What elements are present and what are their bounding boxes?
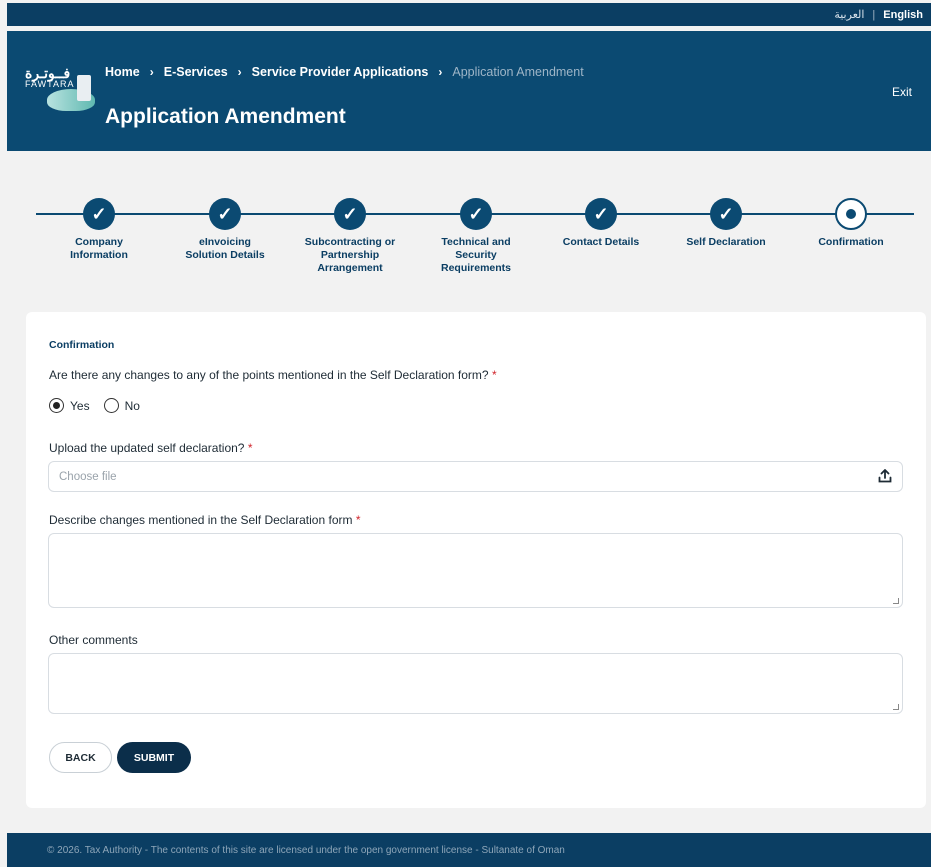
back-button[interactable]: BACK — [49, 742, 112, 773]
other-comments-label: Other comments — [49, 633, 138, 647]
page-header: فــوتـرة FAWTARA Home › E-Services › Ser… — [7, 31, 931, 151]
section-title: Confirmation — [49, 339, 115, 351]
step-label: Confirmation — [818, 236, 884, 248]
radio-yes[interactable] — [49, 398, 64, 413]
describe-changes-textarea[interactable] — [48, 533, 903, 608]
file-placeholder: Choose file — [59, 471, 117, 483]
step-confirmation[interactable]: Confirmation — [796, 196, 906, 249]
step-label: Company Information — [70, 236, 128, 261]
step-label: Self Declaration — [686, 236, 766, 248]
logo-latin-text: FAWTARA — [25, 79, 75, 89]
step-label: Contact Details — [562, 236, 640, 248]
page-footer: © 2026. Tax Authority - The contents of … — [7, 833, 931, 867]
page-title: Application Amendment — [105, 105, 346, 128]
breadcrumb-eservices[interactable]: E-Services — [164, 65, 228, 79]
check-icon: ✓ — [83, 198, 115, 230]
chevron-right-icon: › — [149, 65, 154, 79]
step-label: Subcontracting or Partnership Arrangemen… — [304, 236, 396, 274]
chevron-right-icon: › — [438, 65, 443, 79]
required-mark: * — [247, 441, 253, 455]
breadcrumb-current: Application Amendment — [452, 65, 584, 79]
step-self-declaration[interactable]: ✓ Self Declaration — [671, 196, 781, 249]
resize-handle-icon[interactable] — [893, 598, 899, 604]
upload-icon[interactable] — [878, 469, 892, 483]
radio-no-label[interactable]: No — [125, 399, 140, 413]
check-icon: ✓ — [585, 198, 617, 230]
radio-yes-label[interactable]: Yes — [70, 399, 90, 413]
breadcrumb-service-provider-applications[interactable]: Service Provider Applications — [252, 65, 429, 79]
progress-stepper: ✓ Company Information ✓ eInvoicing Solut… — [36, 196, 914, 286]
step-subcontracting-or-partnership[interactable]: ✓ Subcontracting or Partnership Arrangem… — [295, 196, 405, 275]
step-label: eInvoicing Solution Details — [185, 236, 265, 261]
describe-changes-label: Describe changes mentioned in the Self D… — [49, 513, 361, 527]
step-technical-and-security[interactable]: ✓ Technical and Security Requirements — [421, 196, 531, 275]
check-icon: ✓ — [334, 198, 366, 230]
confirmation-form-card: Confirmation Are there any changes to an… — [26, 312, 926, 808]
other-comments-textarea[interactable] — [48, 653, 903, 714]
resize-handle-icon[interactable] — [893, 704, 899, 710]
upload-question: Upload the updated self declaration? * — [49, 441, 253, 455]
radio-no[interactable] — [103, 398, 119, 413]
current-step-icon — [835, 198, 867, 230]
check-icon: ✓ — [710, 198, 742, 230]
logo-document-icon — [77, 75, 91, 101]
breadcrumb-home[interactable]: Home — [105, 65, 140, 79]
submit-button[interactable]: SUBMIT — [117, 742, 191, 773]
footer-copyright: © 2026. Tax Authority - The contents of … — [47, 845, 565, 856]
fawtara-logo[interactable]: فــوتـرة FAWTARA — [25, 65, 97, 115]
breadcrumb: Home › E-Services › Service Provider App… — [105, 65, 584, 79]
top-bar: العربية | English — [7, 3, 931, 26]
exit-link[interactable]: Exit — [892, 85, 912, 99]
step-label: Technical and Security Requirements — [440, 236, 512, 274]
changes-radio-group: Yes No — [49, 398, 148, 413]
lang-separator: | — [872, 8, 876, 21]
step-contact-details[interactable]: ✓ Contact Details — [546, 196, 656, 249]
step-company-information[interactable]: ✓ Company Information — [44, 196, 154, 262]
required-mark: * — [355, 513, 361, 527]
lang-english-link[interactable]: English — [883, 9, 923, 21]
language-switcher: العربية | English — [834, 8, 923, 22]
check-icon: ✓ — [209, 198, 241, 230]
lang-arabic-link[interactable]: العربية — [834, 8, 864, 21]
file-upload-input[interactable]: Choose file — [48, 461, 903, 492]
chevron-right-icon: › — [237, 65, 242, 79]
step-einvoicing-solution-details[interactable]: ✓ eInvoicing Solution Details — [170, 196, 280, 262]
changes-question: Are there any changes to any of the poin… — [49, 368, 497, 382]
check-icon: ✓ — [460, 198, 492, 230]
required-mark: * — [491, 368, 497, 382]
